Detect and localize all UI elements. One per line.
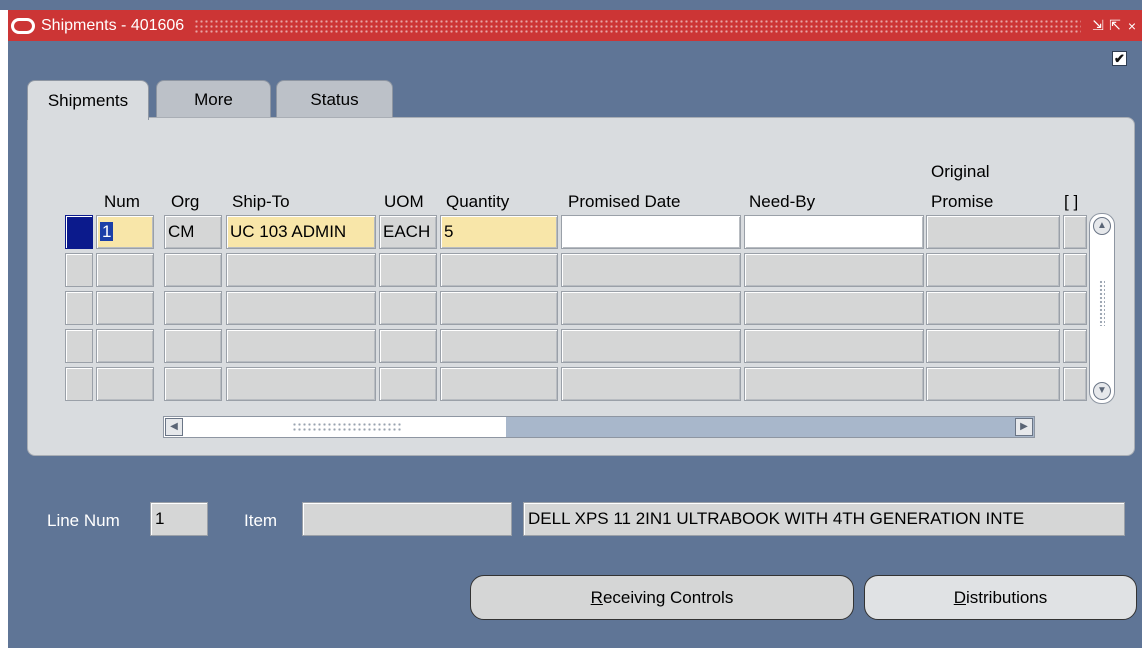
header-uom: UOM <box>384 192 424 211</box>
descriptive-flex-field[interactable] <box>1063 253 1087 287</box>
folder-icon[interactable]: [ ] <box>1064 192 1078 212</box>
distributions-label: istributions <box>966 587 1048 607</box>
header-num: Num <box>104 192 140 211</box>
line-num-field[interactable]: 1 <box>150 502 208 536</box>
maximize-icon[interactable]: ⇱ <box>1108 17 1122 34</box>
tab-more[interactable]: More <box>156 80 271 118</box>
scroll-grip-icon <box>1099 280 1105 326</box>
scroll-left-icon[interactable]: ◀ <box>165 418 183 436</box>
receiving-controls-mnemonic: R <box>590 587 603 607</box>
receiving-controls-label: eceiving Controls <box>602 587 734 607</box>
header-promised-date: Promised Date <box>568 192 681 211</box>
header-need-by: Need-By <box>749 192 816 211</box>
original-promise-field[interactable] <box>926 367 1060 401</box>
ship-to-field[interactable] <box>226 367 376 401</box>
quantity-field[interactable] <box>440 329 558 363</box>
oracle-logo-icon <box>11 17 35 34</box>
horizontal-scrollbar[interactable]: ◀ ▶ <box>163 416 1035 438</box>
row-indicator[interactable] <box>65 253 93 287</box>
quantity-field[interactable] <box>440 253 558 287</box>
need-by-field[interactable] <box>744 291 924 325</box>
num-field[interactable]: 1 <box>96 215 154 249</box>
minimize-icon[interactable]: ⇲ <box>1091 17 1105 34</box>
item-label: Item <box>244 511 278 530</box>
num-field[interactable] <box>96 329 154 363</box>
tab-shipments[interactable]: Shipments <box>27 80 149 120</box>
item-field[interactable] <box>302 502 512 536</box>
num-field[interactable] <box>96 367 154 401</box>
scroll-right-icon[interactable]: ▶ <box>1015 418 1033 436</box>
org-field[interactable] <box>164 367 222 401</box>
horizontal-scroll-thumb[interactable]: ◀ <box>164 417 506 437</box>
uom-field[interactable]: EACH <box>379 215 437 249</box>
window-left-border <box>0 10 8 648</box>
promised-date-field[interactable] <box>561 215 741 249</box>
descriptive-flex-field[interactable] <box>1063 367 1087 401</box>
org-field[interactable] <box>164 253 222 287</box>
need-by-field[interactable] <box>744 329 924 363</box>
scroll-down-icon[interactable]: ▼ <box>1093 382 1111 400</box>
descriptive-flex-field[interactable] <box>1063 215 1087 249</box>
need-by-field[interactable] <box>744 367 924 401</box>
line-num-label: Line Num <box>47 511 120 530</box>
row-indicator[interactable] <box>65 329 93 363</box>
header-quantity: Quantity <box>446 192 510 211</box>
quantity-field[interactable] <box>440 291 558 325</box>
titlebar-grip <box>194 18 1081 33</box>
window-title: Shipments - 401606 <box>41 16 185 34</box>
quantity-field[interactable] <box>440 367 558 401</box>
need-by-field[interactable] <box>744 253 924 287</box>
org-field[interactable] <box>164 329 222 363</box>
window-checkbox[interactable]: ✔ <box>1112 51 1127 66</box>
need-by-field[interactable] <box>744 215 924 249</box>
row-indicator[interactable] <box>65 367 93 401</box>
ship-to-field[interactable] <box>226 291 376 325</box>
promised-date-field[interactable] <box>561 291 741 325</box>
promised-date-field[interactable] <box>561 329 741 363</box>
header-org: Org <box>171 192 200 211</box>
close-icon[interactable]: × <box>1125 18 1139 34</box>
uom-field[interactable] <box>379 367 437 401</box>
descriptive-flex-field[interactable] <box>1063 291 1087 325</box>
distributions-mnemonic: D <box>953 587 966 607</box>
vertical-scrollbar[interactable]: ▲ ▼ <box>1089 213 1115 404</box>
num-field[interactable] <box>96 253 154 287</box>
descriptive-flex-field[interactable] <box>1063 329 1087 363</box>
header-ship-to: Ship-To <box>232 192 290 211</box>
org-field[interactable]: CM <box>164 215 222 249</box>
ship-to-field[interactable] <box>226 253 376 287</box>
original-promise-field[interactable] <box>926 291 1060 325</box>
item-description-field[interactable]: DELL XPS 11 2IN1 ULTRABOOK WITH 4TH GENE… <box>523 502 1125 536</box>
tab-status[interactable]: Status <box>276 80 393 118</box>
ship-to-field[interactable] <box>226 329 376 363</box>
original-promise-field[interactable] <box>926 329 1060 363</box>
uom-field[interactable] <box>379 253 437 287</box>
current-row-indicator[interactable] <box>65 215 93 249</box>
num-field[interactable] <box>96 291 154 325</box>
header-original-line2: Promise <box>931 192 994 211</box>
original-promise-field[interactable] <box>926 253 1060 287</box>
row-indicator[interactable] <box>65 291 93 325</box>
promised-date-field[interactable] <box>561 253 741 287</box>
header-original-line1: Original <box>931 162 990 181</box>
promised-date-field[interactable] <box>561 367 741 401</box>
uom-field[interactable] <box>379 329 437 363</box>
original-promise-field[interactable] <box>926 215 1060 249</box>
ship-to-field[interactable]: UC 103 ADMIN <box>226 215 376 249</box>
scroll-grip-icon <box>292 422 402 432</box>
scroll-up-icon[interactable]: ▲ <box>1093 217 1111 235</box>
quantity-field[interactable]: 5 <box>440 215 558 249</box>
org-field[interactable] <box>164 291 222 325</box>
receiving-controls-button[interactable]: Receiving Controls <box>470 575 854 620</box>
window-titlebar[interactable]: Shipments - 401606 ⇲ ⇱ × <box>8 10 1142 41</box>
distributions-button[interactable]: Distributions <box>864 575 1137 620</box>
uom-field[interactable] <box>379 291 437 325</box>
